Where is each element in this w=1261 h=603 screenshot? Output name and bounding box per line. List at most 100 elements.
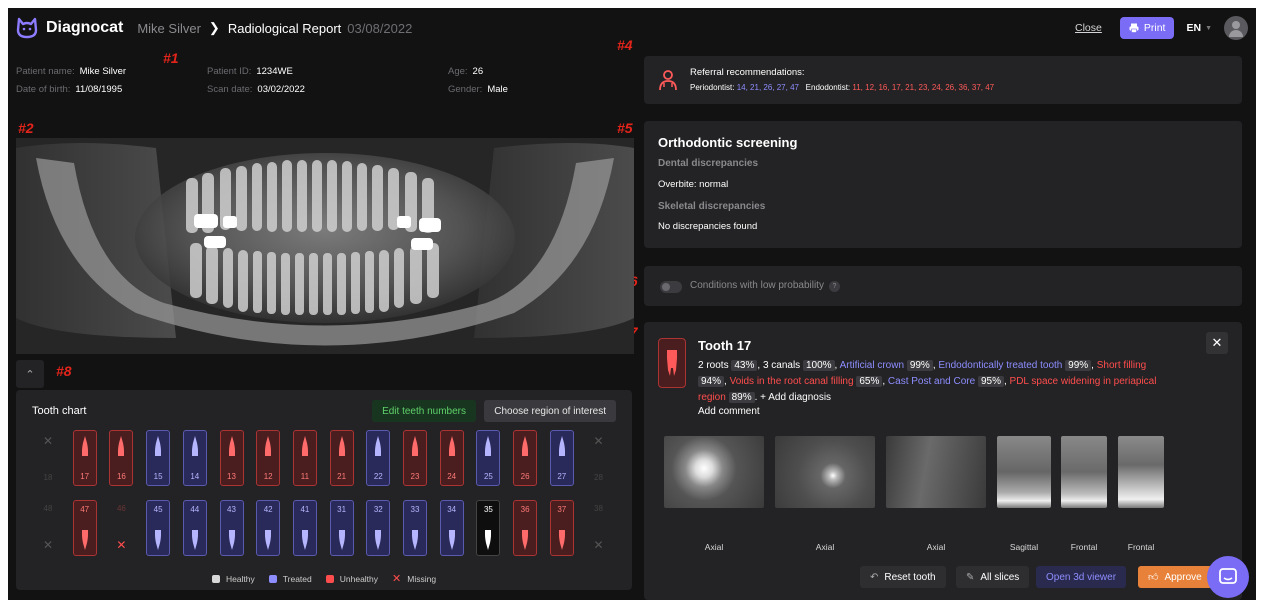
diagnosis-roots[interactable]: 2 roots <box>698 360 729 371</box>
tooth-44[interactable]: 44 <box>182 500 207 556</box>
diagnosis-cast-post[interactable]: Cast Post and Core <box>888 376 975 387</box>
slice-axial-1[interactable] <box>664 436 764 508</box>
tooth-34[interactable]: 34 <box>439 500 464 556</box>
chat-support-button[interactable] <box>1207 556 1249 598</box>
tooth-37[interactable]: 37 <box>549 500 574 556</box>
low-probability-toggle[interactable] <box>660 281 682 293</box>
slice-frontal-2[interactable] <box>1118 436 1164 508</box>
tooth-32[interactable]: 32 <box>366 500 391 556</box>
print-button[interactable]: Print <box>1119 17 1175 39</box>
language-select[interactable]: EN ▼ <box>1186 22 1212 34</box>
molar-icon <box>667 350 677 376</box>
reset-tooth-button[interactable]: ↶ Reset tooth <box>860 566 946 588</box>
tooth-number: 13 <box>227 472 236 481</box>
tooth-41[interactable]: 41 <box>292 500 317 556</box>
tooth-15[interactable]: 15 <box>146 430 171 486</box>
add-diagnosis-link[interactable]: + Add diagnosis <box>760 392 831 403</box>
diagnosis-artificial-crown[interactable]: Artificial crown <box>840 360 904 371</box>
slice-label: Axial <box>926 542 946 552</box>
diagnosis-voids-filling[interactable]: Voids in the root canal filling <box>730 376 854 387</box>
tooth-42[interactable]: 42 <box>256 500 281 556</box>
approve-label: Approve <box>1164 571 1202 583</box>
diagnosis-endodontically-treated[interactable]: Endodontically treated tooth <box>938 360 1062 371</box>
add-comment-link[interactable]: Add comment <box>698 406 760 417</box>
tooth-26[interactable]: 26 <box>513 430 538 486</box>
endodontist-teeth: 11, 12, 16, 17, 21, 23, 24, 26, 36, 37, … <box>852 83 995 92</box>
chevron-up-icon: ⌃ <box>25 368 35 381</box>
tooth-number: 44 <box>190 505 200 514</box>
tooth-47[interactable]: 47 <box>72 500 97 556</box>
tooth-24[interactable]: 24 <box>439 430 464 486</box>
tooth-33[interactable]: 33 <box>403 500 427 556</box>
tooth-number: 16 <box>116 472 126 481</box>
diagnosis-probability: 95% <box>977 376 1004 387</box>
tooth-shape-icon <box>485 436 492 456</box>
slice-axial-2[interactable] <box>775 436 875 508</box>
legend-unhealthy: Unhealthy <box>325 574 378 584</box>
tooth-number: 37 <box>557 505 567 514</box>
missing-x-icon: ✕ <box>42 434 54 448</box>
close-icon[interactable]: ✕ <box>1206 332 1228 354</box>
choose-region-button[interactable]: Choose region of interest <box>484 400 616 422</box>
tooth-17-icon <box>658 338 686 388</box>
tooth-31[interactable]: 31 <box>329 500 354 556</box>
breadcrumb-patient[interactable]: Mike Silver <box>137 21 201 36</box>
tooth-35[interactable]: 35 <box>476 500 501 556</box>
tooth-18[interactable]: ✕ 18 <box>36 430 60 486</box>
low-probability-row: Conditions with low probability? <box>690 280 840 292</box>
tooth-number: 17 <box>80 472 90 481</box>
close-link[interactable]: Close <box>1075 22 1102 34</box>
user-avatar[interactable] <box>1224 16 1248 40</box>
missing-x-icon: ✕ <box>42 538 54 552</box>
referral-panel: Referral recommendations: Periodontist: … <box>644 56 1242 104</box>
tooth-16[interactable]: 16 <box>109 430 134 486</box>
slice-frontal-1[interactable] <box>1061 436 1107 508</box>
tooth-28[interactable]: ✕ 28 <box>586 430 611 486</box>
open-3d-viewer-button[interactable]: Open 3d viewer <box>1036 566 1127 588</box>
tooth-number: 45 <box>153 505 163 514</box>
slice-axial-3[interactable] <box>886 436 986 508</box>
tooth-46[interactable]: 46 ✕ <box>109 500 134 556</box>
tooth-14[interactable]: 14 <box>182 430 207 486</box>
app-logo[interactable]: Diagnocat <box>14 15 123 41</box>
tooth-36[interactable]: 36 <box>513 500 538 556</box>
tooth-27[interactable]: 27 <box>549 430 574 486</box>
legend-missing-label: Missing <box>407 574 437 584</box>
low-probability-panel: Conditions with low probability? <box>644 266 1242 306</box>
diagnosis-canals[interactable]: 3 canals <box>763 360 800 371</box>
help-icon[interactable]: ? <box>828 281 840 292</box>
annotation-2: #2 <box>18 120 34 136</box>
diagnosis-short-filling[interactable]: Short filling <box>1097 360 1146 371</box>
tooth-21[interactable]: 21 <box>329 430 354 486</box>
edit-teeth-numbers-button[interactable]: Edit teeth numbers <box>372 400 476 422</box>
tooth-shape-icon <box>522 530 529 550</box>
tooth-25[interactable]: 25 <box>476 430 501 486</box>
tooth-11[interactable]: 11 <box>292 430 317 486</box>
diagnosis-probability: 99% <box>1065 360 1092 371</box>
tooth-number: 24 <box>447 472 457 481</box>
tooth-43[interactable]: 43 <box>219 500 244 556</box>
tooth-38[interactable]: 38 ✕ <box>586 500 611 556</box>
tooth-number: 23 <box>410 472 420 481</box>
tooth-shape-icon <box>228 530 235 550</box>
tooth-22[interactable]: 22 <box>366 430 391 486</box>
tooth-48[interactable]: 48 ✕ <box>36 500 60 556</box>
tooth-45[interactable]: 45 <box>146 500 171 556</box>
all-slices-button[interactable]: ✎ All slices <box>956 566 1030 588</box>
approve-button[interactable]: 👍︎ Approve <box>1138 566 1212 588</box>
collapse-toggle-button[interactable]: ⌃ <box>16 360 44 388</box>
tooth-17[interactable]: 17 <box>72 430 97 486</box>
tooth-13[interactable]: 13 <box>219 430 244 486</box>
age-value: 26 <box>472 66 484 77</box>
tooth-12[interactable]: 12 <box>256 430 281 486</box>
panoramic-xray[interactable] <box>16 138 634 354</box>
tooth-shape-icon <box>301 530 308 550</box>
tooth-shape-icon <box>448 436 455 456</box>
tooth-shape-icon <box>265 436 272 456</box>
tooth-shape-icon <box>191 530 198 550</box>
tooth-23[interactable]: 23 <box>403 430 427 486</box>
slice-sagittal[interactable] <box>997 436 1051 508</box>
tooth-shape-icon <box>558 436 565 456</box>
tooth-shape-icon <box>338 436 345 456</box>
tooth-shape-icon <box>412 530 418 550</box>
